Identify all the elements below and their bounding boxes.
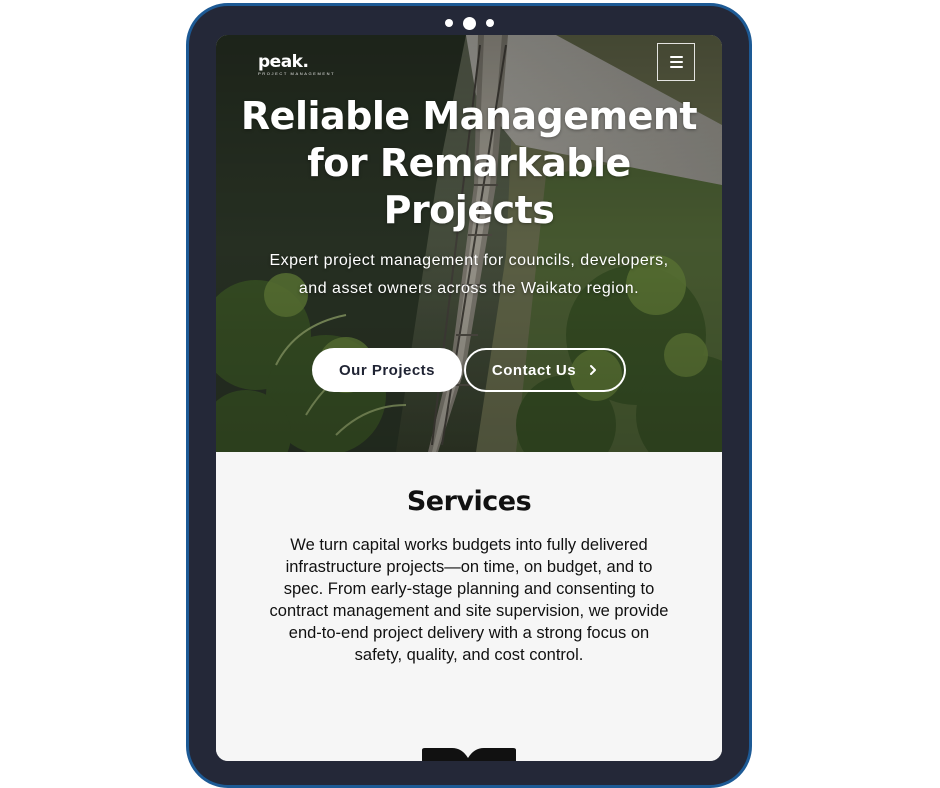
- hero-title: Reliable Management for Remarkable Proje…: [216, 93, 722, 234]
- services-line: end-to-end project delivery with a stron…: [288, 624, 650, 642]
- logo-subtitle: PROJECT MANAGEMENT: [258, 71, 336, 76]
- services-line: spec. From early-stage planning and cons…: [283, 580, 655, 598]
- our-projects-button[interactable]: Our Projects: [312, 348, 462, 392]
- hero-section: peak. PROJECT MANAGEMENT Reliable Manage…: [216, 35, 722, 452]
- tablet-frame: peak. PROJECT MANAGEMENT Reliable Manage…: [186, 3, 752, 788]
- services-line: infrastructure projects—on time, on budg…: [285, 558, 653, 576]
- our-projects-label: Our Projects: [338, 361, 436, 379]
- camera-dot: [462, 16, 476, 30]
- hero-title-line: Projects: [383, 188, 555, 232]
- sensor-dot: [485, 19, 494, 27]
- hero-subtitle: Expert project management for councils, …: [216, 247, 722, 303]
- hero-subtitle-line: Expert project management for councils, …: [269, 252, 669, 269]
- services-line: contract management and site supervision…: [269, 602, 669, 620]
- contact-us-button[interactable]: Contact Us: [464, 348, 626, 392]
- hero-title-line: Reliable Management: [240, 94, 698, 138]
- screen: peak. PROJECT MANAGEMENT Reliable Manage…: [216, 35, 722, 761]
- service-graphic-icon: [422, 748, 516, 761]
- camera-dots: [189, 16, 749, 30]
- services-section: Services We turn capital works budgets i…: [216, 452, 722, 761]
- page: peak. PROJECT MANAGEMENT Reliable Manage…: [0, 0, 940, 788]
- services-line: safety, quality, and cost control.: [354, 646, 584, 664]
- hero-title-line: for Remarkable: [307, 141, 631, 185]
- brand-logo[interactable]: peak. PROJECT MANAGEMENT: [258, 53, 335, 76]
- services-title: Services: [406, 486, 532, 517]
- chevron-right-icon: [590, 365, 597, 375]
- menu-button[interactable]: [657, 43, 695, 81]
- services-description: We turn capital works budgets into fully…: [216, 534, 722, 666]
- hero-subtitle-line: and asset owners across the Waikato regi…: [298, 280, 640, 297]
- hamburger-menu-icon: [669, 56, 683, 68]
- contact-us-label: Contact Us: [491, 361, 577, 379]
- services-line: We turn capital works budgets into fully…: [290, 536, 648, 554]
- logo-wordmark: peak.: [258, 52, 309, 72]
- sensor-dot: [444, 19, 453, 27]
- hero-buttons: Our Projects Contact Us: [312, 348, 626, 392]
